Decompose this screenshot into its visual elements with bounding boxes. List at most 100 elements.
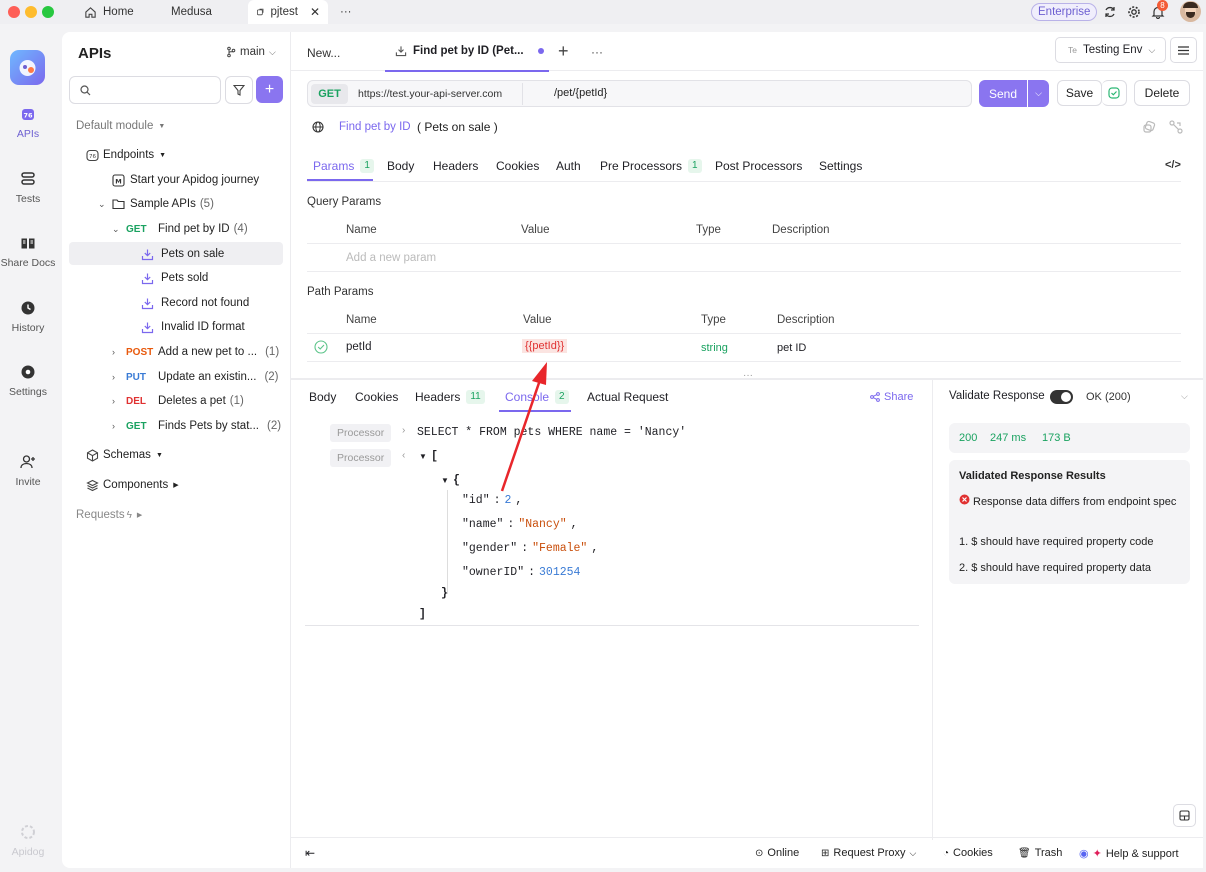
notification-count-badge: 8 bbox=[1157, 0, 1168, 11]
rail-item-share-docs[interactable]: Share Docs bbox=[0, 235, 56, 269]
minimize-window-button[interactable] bbox=[25, 6, 37, 18]
collapse-caret-icon[interactable]: ▼ bbox=[441, 476, 449, 485]
menu-button[interactable] bbox=[1170, 37, 1197, 63]
tree-label: Components bbox=[103, 479, 169, 491]
enterprise-badge[interactable]: Enterprise bbox=[1031, 3, 1098, 21]
drag-handle-icon[interactable]: ··· bbox=[743, 370, 753, 381]
json-key: "ownerID" bbox=[462, 566, 525, 579]
tree-endpoint-add-pet[interactable]: › POST Add a new pet to ... (1) bbox=[112, 341, 279, 363]
tree-case-pets-sold[interactable]: Pets sold bbox=[141, 267, 208, 289]
tree-schemas[interactable]: Schemas ▼ bbox=[86, 444, 163, 466]
rail-item-tests[interactable]: Tests bbox=[0, 171, 56, 205]
rail-item-settings[interactable]: Settings bbox=[0, 364, 56, 398]
method-selector[interactable]: GET bbox=[311, 84, 348, 104]
tree-requests[interactable]: Requests ϟ ▶ bbox=[76, 504, 142, 526]
code-icon[interactable]: </> bbox=[1165, 159, 1181, 171]
close-window-button[interactable] bbox=[8, 6, 20, 18]
rail-item-label: Share Docs bbox=[0, 257, 56, 269]
tree-item-start-journey[interactable]: M Start your Apidog journey bbox=[112, 169, 259, 191]
tab-pjtest[interactable]: pjtest ✕ bbox=[248, 0, 328, 24]
avatar[interactable] bbox=[1180, 1, 1201, 22]
copy-icon[interactable] bbox=[1142, 120, 1156, 134]
online-status[interactable]: ⊙ Online bbox=[755, 847, 799, 859]
tab-cookies[interactable]: Cookies bbox=[496, 159, 539, 173]
cookies-button[interactable]: ◔ Cookies bbox=[943, 847, 993, 859]
resp-tab-body[interactable]: Body bbox=[309, 390, 336, 404]
close-icon[interactable]: ✕ bbox=[310, 5, 320, 19]
path-input[interactable]: /pet/{petId} bbox=[554, 87, 607, 99]
resp-tab-actual-request[interactable]: Actual Request bbox=[587, 390, 668, 404]
tab-pre-processors[interactable]: Pre Processors 1 bbox=[600, 159, 702, 173]
case-icon bbox=[141, 322, 154, 333]
url-bar[interactable]: GET https://test.your-api-server.com /pe… bbox=[307, 80, 972, 107]
tab-post-processors[interactable]: Post Processors bbox=[715, 159, 802, 173]
rail-item-invite[interactable]: Invite bbox=[0, 454, 56, 488]
maximize-window-button[interactable] bbox=[42, 6, 54, 18]
tree-endpoint-find-by-status[interactable]: › GET Finds Pets by stat... (2) bbox=[112, 415, 281, 437]
tab-home[interactable]: Home bbox=[84, 0, 134, 24]
rail-item-history[interactable]: History bbox=[0, 300, 56, 334]
tab-headers[interactable]: Headers bbox=[433, 159, 478, 173]
tree-endpoint-update-pet[interactable]: › PUT Update an existin... (2) bbox=[112, 366, 279, 388]
tab-more-button[interactable]: ··· bbox=[591, 45, 603, 59]
breadcrumb-endpoint-link[interactable]: Find pet by ID bbox=[339, 121, 411, 133]
delete-button[interactable]: Delete bbox=[1134, 80, 1190, 106]
help-support-button[interactable]: ◉ ✦ Help & support bbox=[1079, 847, 1179, 861]
param-description[interactable]: pet ID bbox=[777, 342, 806, 354]
enabled-check-icon[interactable] bbox=[314, 340, 328, 354]
send-button[interactable]: Send bbox=[979, 80, 1027, 107]
branch-selector[interactable]: main ⌵ bbox=[226, 46, 276, 58]
save-button[interactable]: Save bbox=[1057, 80, 1102, 106]
resp-tab-headers[interactable]: Headers 11 bbox=[415, 390, 485, 404]
tree-folder-sample-apis[interactable]: ⌄ Sample APIs (5) bbox=[98, 193, 214, 215]
resp-tab-cookies[interactable]: Cookies bbox=[355, 390, 398, 404]
tree-endpoints[interactable]: 76 Endpoints ▼ bbox=[86, 144, 166, 166]
param-value[interactable]: {{petId}} bbox=[522, 339, 568, 353]
send-options-button[interactable]: ⌵ bbox=[1028, 80, 1049, 107]
tree-endpoint-delete-pet[interactable]: › DEL Deletes a pet (1) bbox=[112, 390, 244, 412]
filter-button[interactable] bbox=[225, 76, 253, 104]
tab-settings[interactable]: Settings bbox=[819, 159, 862, 173]
request-proxy[interactable]: ⊞ Request Proxy ⌵ bbox=[821, 847, 916, 859]
add-button[interactable]: + bbox=[256, 76, 283, 103]
new-tab-button[interactable]: + bbox=[558, 41, 569, 62]
chevron-down-icon: ⌵ bbox=[1035, 88, 1042, 98]
tab-medusa[interactable]: Medusa bbox=[171, 0, 212, 24]
tab-new[interactable]: New... bbox=[307, 46, 340, 60]
rail-item-apis[interactable]: 76 APIs bbox=[0, 106, 56, 140]
validation-results: Validated Response Results Response data… bbox=[949, 460, 1190, 584]
env-selector[interactable]: Te Testing Env ⌵ bbox=[1055, 37, 1166, 63]
tab-find-pet[interactable]: Find pet by ID (Pet... bbox=[385, 32, 549, 72]
validate-toggle[interactable] bbox=[1050, 390, 1073, 404]
chevron-down-icon[interactable]: ⌵ bbox=[1181, 391, 1188, 402]
param-name[interactable]: petId bbox=[346, 341, 372, 353]
search-input[interactable] bbox=[97, 84, 217, 96]
share-button[interactable]: Share bbox=[870, 391, 913, 403]
tab-body[interactable]: Body bbox=[387, 159, 414, 173]
error-message: Response data differs from endpoint spec bbox=[973, 496, 1177, 508]
tab-params[interactable]: Params 1 bbox=[313, 159, 374, 173]
status-select[interactable]: OK (200) bbox=[1086, 391, 1131, 403]
tree-components[interactable]: Components ▶ bbox=[86, 474, 179, 496]
layout-button[interactable] bbox=[1173, 804, 1196, 827]
sync-icon[interactable] bbox=[1103, 5, 1117, 19]
param-type[interactable]: string bbox=[701, 342, 728, 354]
more-tabs-button[interactable]: ··· bbox=[340, 0, 352, 24]
collapse-sidebar-icon[interactable]: ⇤ bbox=[305, 846, 315, 860]
tree-case-record-not-found[interactable]: Record not found bbox=[141, 292, 249, 314]
add-param-input[interactable]: Add a new param bbox=[346, 252, 436, 264]
collapse-caret-icon[interactable]: ▼ bbox=[419, 452, 427, 461]
share-link-icon[interactable] bbox=[1169, 120, 1183, 134]
tree-case-invalid-id-format[interactable]: Invalid ID format bbox=[141, 316, 245, 338]
tree-endpoint-find-pet[interactable]: ⌄ GET Find pet by ID (4) bbox=[112, 218, 248, 240]
tree-case-pets-on-sale[interactable]: Pets on sale bbox=[141, 243, 224, 265]
trash-button[interactable]: 🗑︎ Trash bbox=[1018, 847, 1062, 859]
chevron-down-icon: ⌄ bbox=[98, 198, 106, 209]
gear-icon[interactable] bbox=[1127, 5, 1141, 19]
save-check-button[interactable] bbox=[1102, 80, 1127, 106]
module-selector[interactable]: Default module ▼ bbox=[76, 115, 165, 137]
search-box[interactable] bbox=[69, 76, 221, 104]
tree-label: Update an existin... bbox=[158, 371, 257, 383]
tab-auth[interactable]: Auth bbox=[556, 159, 581, 173]
tree-count: (1) bbox=[265, 346, 280, 358]
